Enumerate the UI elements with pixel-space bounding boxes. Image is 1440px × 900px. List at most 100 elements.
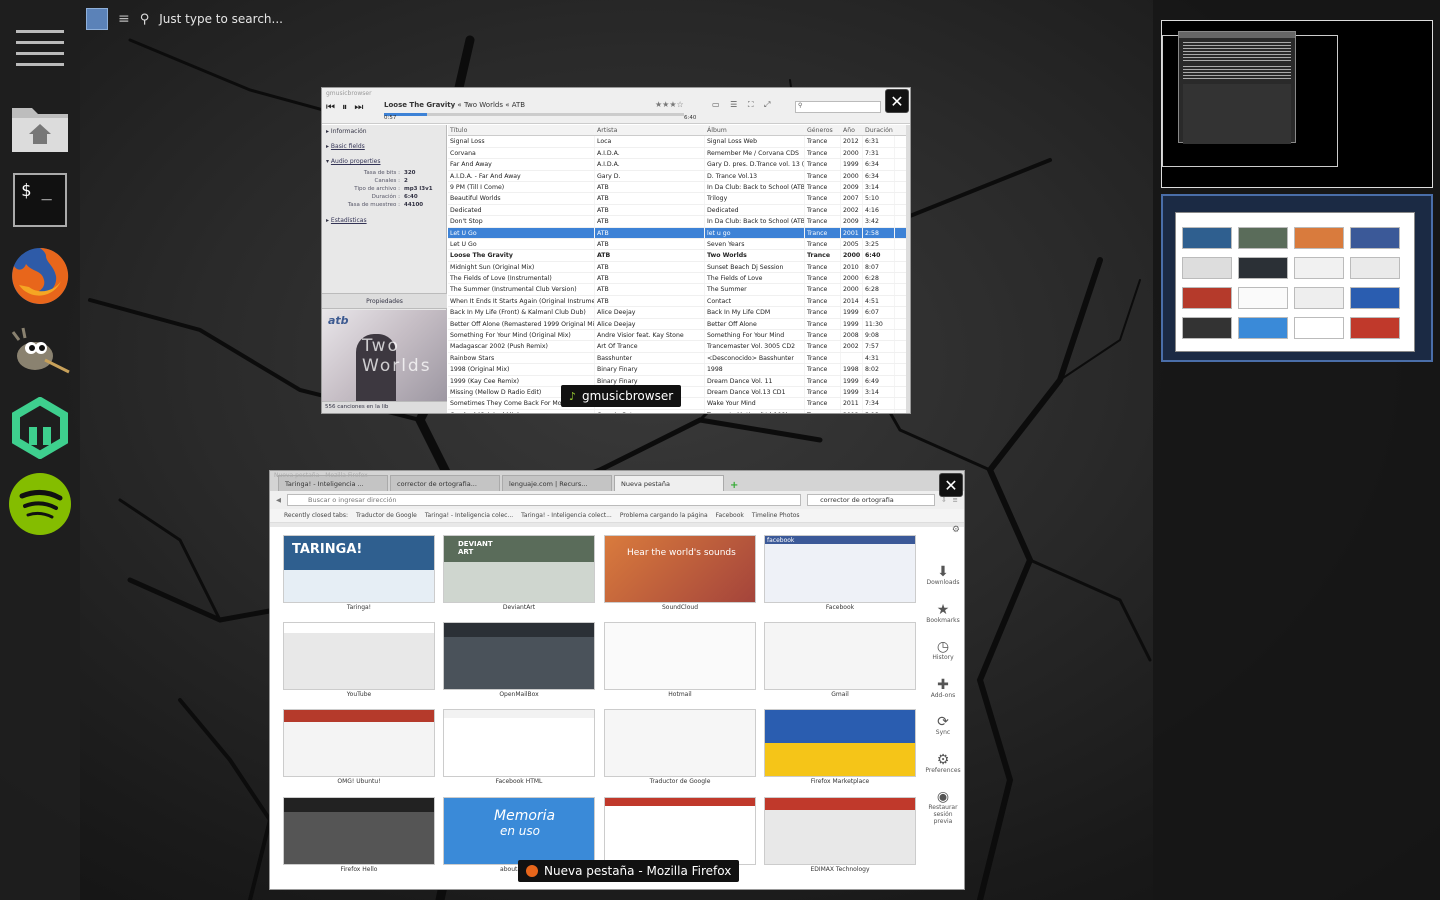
firefox-icon[interactable] [8,244,72,308]
song-row[interactable]: Loose The Gravity ATB Two Worlds Trance 2000… [448,250,910,262]
history-button[interactable]: ◷ History [925,640,961,661]
show-apps-button[interactable] [8,16,72,80]
rating-stars[interactable]: ★★★☆ [655,100,684,109]
library-search-input[interactable]: ⚲ [795,101,881,113]
song-row-cell: Trance [805,295,841,307]
song-row[interactable]: Midnight Sun (Original Mix) ATB Sunset Bea… [448,261,910,274]
audio-properties-section[interactable]: Audio properties [331,158,381,165]
back-icon[interactable]: ◀ [276,496,281,504]
song-row[interactable]: Madagascar 2002 (Push Remix) Art Of Tranc… [448,341,910,353]
workspace-1[interactable] [1161,20,1433,188]
song-row[interactable]: When It Ends It Starts Again (Original I… [448,295,910,308]
top-site-tile[interactable] [764,797,916,865]
recent-tab-link[interactable]: Problema cargando la página [620,512,708,519]
song-row-cell: 1999 [841,318,863,329]
settings-gear-icon[interactable]: ⚙ [952,525,960,535]
song-row-cell: Trance [805,284,841,295]
recent-tab-link[interactable]: Taringa! - Inteligencia colect... [521,512,612,519]
basic-fields-section[interactable]: Basic fields [331,143,365,150]
song-row[interactable]: Don't Stop ATB In Da Club: Back to School … [448,216,910,228]
recent-tab-link[interactable]: Facebook [716,512,744,519]
sync-button[interactable]: ⟳ Sync [925,715,961,736]
top-site-tile[interactable] [604,622,756,690]
song-row[interactable]: Far And Away A.I.D.A. Gary D. pres. D.Tran… [448,159,910,171]
column-header[interactable]: Título Artista Álbum Géneros Año Duración [448,125,910,137]
top-site-tile[interactable] [764,622,916,690]
song-row[interactable]: 1998 (Original Mix) Binary Finary 1998 Tran… [448,364,910,376]
restore-session-button[interactable]: ◉ Restaurar sesión previa [925,790,961,825]
song-row[interactable]: The Summer (Instrumental Club Version) AT… [448,284,910,296]
home-folder-icon[interactable] [8,94,72,158]
top-site-tile[interactable] [283,622,435,690]
terminal-icon[interactable]: $ _ [8,168,72,232]
history-icon: ◷ [936,639,950,655]
workspace-2[interactable] [1161,194,1433,362]
gimp-icon[interactable] [8,320,72,384]
top-site-tile[interactable] [443,709,595,777]
preferences-button[interactable]: ⚙ Preferences [925,753,961,774]
browser-tab[interactable]: corrector de ortografia... [390,475,500,491]
song-row[interactable]: Better Off Alone (Remastered 1999 Origin… [448,318,910,331]
song-row-cell: 1998 [841,364,863,375]
layout-buttons[interactable]: ▭ ☰ ⛶ ⤢ [712,100,774,110]
top-site-tile[interactable] [283,709,435,777]
top-site-tile[interactable] [443,622,595,690]
song-row[interactable]: Back In My Life (Front) & Kalmanl Club D… [448,307,910,319]
song-row-cell: Art Of Trance [595,341,705,352]
song-row[interactable]: Corvana A.I.D.A. Remember Me / Corvana CDS… [448,147,910,160]
song-row-cell: Seven Years [705,238,805,250]
window-overview-button[interactable] [86,8,108,30]
url-bar[interactable]: Buscar o ingresar dirección [287,494,802,506]
playback-controls[interactable]: ⏮ ⏸ ⏭ [326,102,365,113]
top-site-tile[interactable]: Memoria en uso [443,797,595,865]
top-site-tile[interactable] [764,709,916,777]
info-section[interactable]: Información [331,128,367,135]
search-input[interactable]: Just type to search... [159,12,283,26]
song-row[interactable]: Let U Go ATB let u go Trance 2001 2:58 [448,227,910,239]
new-tab-button[interactable]: + [726,480,742,491]
song-row[interactable]: A.I.D.A. - Far And Away Gary D. D. Trance … [448,170,910,182]
song-row-cell: Let U Go [448,238,595,250]
top-site-label: EDIMAX Technology [810,866,870,873]
song-row[interactable]: Beautiful Worlds ATB Trilogy Trance 2007 5:10 [448,193,910,205]
cover-logo: atb [328,314,349,327]
firefox-window[interactable]: Nueva pestaña - Mozilla Firefox Taringa!… [269,470,965,890]
recent-tab-link[interactable]: Timeline Photos [752,512,800,519]
top-site-tile[interactable] [283,797,435,865]
stats-section[interactable]: Estadísticas [331,217,367,224]
close-firefox-button[interactable]: ✕ [939,473,963,497]
top-site-tile[interactable] [604,797,756,865]
close-gmusicbrowser-button[interactable]: ✕ [885,89,909,113]
recent-tab-link[interactable]: Taringa! - Inteligencia colec... [425,512,513,519]
song-list[interactable]: Título Artista Álbum Géneros Año Duración Sign… [448,125,910,413]
song-list-scrollbar[interactable] [906,125,910,413]
recent-tab-link[interactable]: Traductor de Google [356,512,417,519]
song-row[interactable]: 9 PM (Till I Come) ATB In Da Club: Back to… [448,181,910,194]
spotify-icon[interactable] [8,472,72,536]
downloads-button[interactable]: ⬇ Downloads [925,565,961,586]
browser-tab[interactable]: Nueva pestaña [614,475,724,491]
addons-button[interactable]: ✚ Add-ons [925,678,961,699]
song-row[interactable]: Something For Your Mind (Original Mix) An… [448,330,910,342]
top-site-tile[interactable]: DEVIANT ART [443,535,595,603]
song-row[interactable]: Signal Loss Loca Signal Loss Web Trance 2012… [448,136,910,148]
gmusicbrowser-window[interactable]: gmusicbrowser ⏮ ⏸ ⏭ Loose The Gravity « … [321,87,911,414]
song-row[interactable]: The Fields of Love (Instrumental) ATB The … [448,273,910,285]
bookmarks-button[interactable]: ★ Bookmarks [925,603,961,624]
song-row[interactable]: Let U Go ATB Seven Years Trance 2005 3:25 [448,238,910,251]
song-row-cell: 1998 [705,364,805,375]
top-site-tile[interactable]: Hear the world's sounds [604,535,756,603]
seek-bar[interactable] [384,113,684,116]
song-row[interactable]: Dedicated ATB Dedicated Trance 2002 4:16 [448,204,910,217]
browser-tab[interactable]: lenguaje.com | Recurs... [502,475,612,491]
properties-header[interactable]: Propiedades [322,293,447,309]
top-site-tile[interactable] [604,709,756,777]
hexchat-icon[interactable] [8,396,72,460]
top-site-tile[interactable]: facebook [764,535,916,603]
song-row[interactable]: Crushed (Original Mix)Cosmic GateTrance … [448,409,910,413]
search-box[interactable]: corrector de ortografia [807,494,936,506]
song-row[interactable]: Rainbow Stars Basshunter <Desconocido> Bas… [448,352,910,365]
cover-text: Two Worlds [362,336,432,376]
top-site-tile[interactable]: TARINGA! [283,535,435,603]
list-view-icon[interactable]: ≡ [118,11,130,27]
